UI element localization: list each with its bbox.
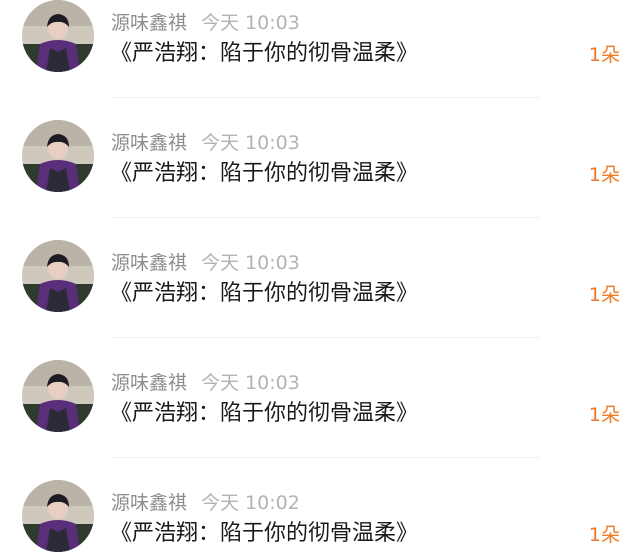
list-item[interactable]: 源味鑫祺 今天 10:03 《严浩翔：陷于你的彻骨温柔》 1朵 — [0, 360, 640, 480]
user-avatar[interactable] — [22, 480, 94, 552]
avatar-photo-icon — [22, 0, 94, 72]
username[interactable]: 源味鑫祺 — [111, 12, 187, 34]
username[interactable]: 源味鑫祺 — [111, 492, 187, 514]
gift-record-list: 源味鑫祺 今天 10:03 《严浩翔：陷于你的彻骨温柔》 1朵 源味鑫祺 今天 10… — [0, 0, 640, 552]
timestamp: 今天 10:03 — [201, 12, 300, 34]
avatar-photo-icon — [22, 480, 94, 552]
list-item[interactable]: 源味鑫祺 今天 10:02 《严浩翔：陷于你的彻骨温柔》 1朵 — [0, 480, 640, 552]
meta-line: 源味鑫祺 今天 10:03 — [111, 130, 300, 156]
user-avatar[interactable] — [22, 120, 94, 192]
username[interactable]: 源味鑫祺 — [111, 132, 187, 154]
work-title[interactable]: 《严浩翔：陷于你的彻骨温柔》 — [110, 158, 418, 190]
avatar-photo-icon — [22, 240, 94, 312]
work-title[interactable]: 《严浩翔：陷于你的彻骨温柔》 — [110, 518, 418, 550]
avatar-photo-icon — [22, 120, 94, 192]
timestamp: 今天 10:03 — [201, 132, 300, 154]
work-title[interactable]: 《严浩翔：陷于你的彻骨温柔》 — [110, 398, 418, 430]
user-avatar[interactable] — [22, 240, 94, 312]
meta-line: 源味鑫祺 今天 10:03 — [111, 250, 300, 276]
list-item[interactable]: 源味鑫祺 今天 10:03 《严浩翔：陷于你的彻骨温柔》 1朵 — [0, 0, 640, 120]
username[interactable]: 源味鑫祺 — [111, 252, 187, 274]
work-title[interactable]: 《严浩翔：陷于你的彻骨温柔》 — [110, 38, 418, 70]
timestamp: 今天 10:03 — [201, 372, 300, 394]
divider — [110, 217, 540, 218]
list-item[interactable]: 源味鑫祺 今天 10:03 《严浩翔：陷于你的彻骨温柔》 1朵 — [0, 240, 640, 360]
user-avatar[interactable] — [22, 0, 94, 72]
user-avatar[interactable] — [22, 360, 94, 432]
flower-count: 1朵 — [588, 44, 620, 66]
meta-line: 源味鑫祺 今天 10:03 — [111, 10, 300, 36]
timestamp: 今天 10:03 — [201, 252, 300, 274]
divider — [110, 97, 540, 98]
divider — [110, 457, 540, 458]
meta-line: 源味鑫祺 今天 10:03 — [111, 370, 300, 396]
flower-count: 1朵 — [588, 404, 620, 426]
work-title[interactable]: 《严浩翔：陷于你的彻骨温柔》 — [110, 278, 418, 310]
avatar-photo-icon — [22, 360, 94, 432]
divider — [110, 337, 540, 338]
list-item[interactable]: 源味鑫祺 今天 10:03 《严浩翔：陷于你的彻骨温柔》 1朵 — [0, 120, 640, 240]
username[interactable]: 源味鑫祺 — [111, 372, 187, 394]
flower-count: 1朵 — [588, 284, 620, 306]
timestamp: 今天 10:02 — [201, 492, 300, 514]
meta-line: 源味鑫祺 今天 10:02 — [111, 490, 300, 516]
flower-count: 1朵 — [588, 164, 620, 186]
